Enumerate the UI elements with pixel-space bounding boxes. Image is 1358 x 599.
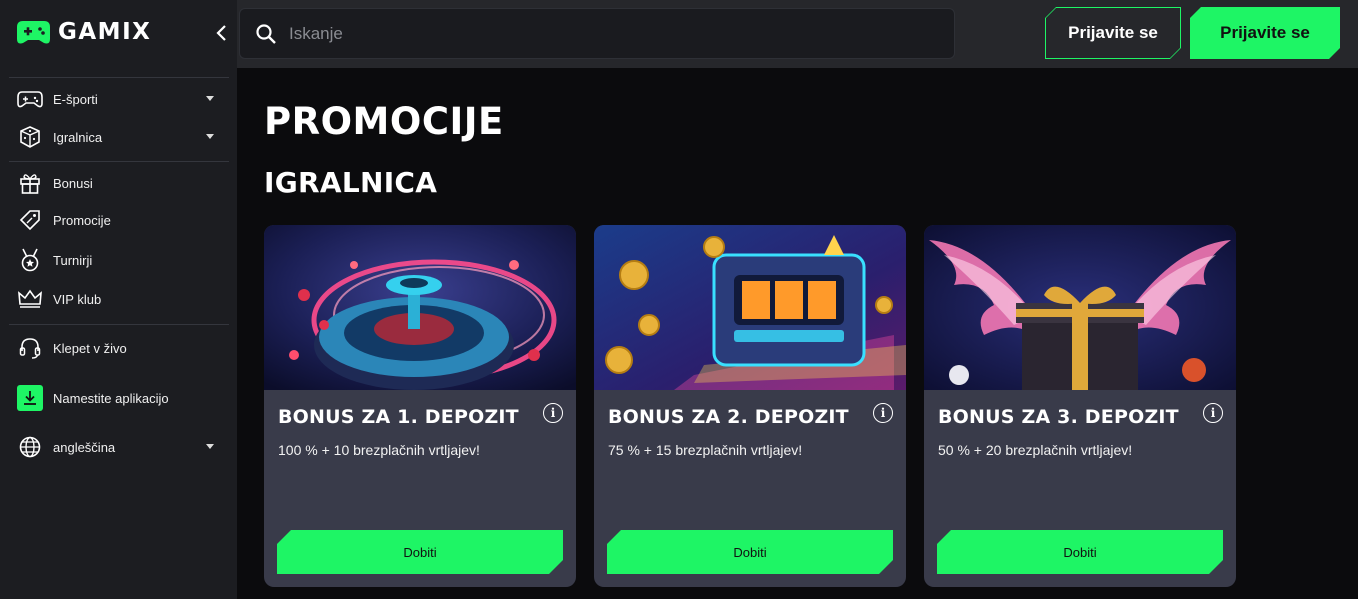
login-button[interactable]: Prijavite se [1046, 8, 1180, 58]
promo-card-title: BONUS ZA 3. DEPOZIT [938, 406, 1179, 428]
promo-card[interactable]: BONUS ZA 1. DEPOZIT i 100 % + 10 brezpla… [264, 225, 576, 587]
promo-card-description: 100 % + 10 brezplačnih vrtljajev! [278, 442, 480, 458]
dice-icon [17, 124, 43, 150]
divider [9, 161, 229, 162]
sidebar-item-vip-club[interactable]: VIP klub [17, 284, 222, 314]
caret-down-icon [206, 134, 214, 139]
gamepad-icon [17, 86, 43, 112]
sidebar-item-label: E-športi [53, 91, 98, 107]
info-icon[interactable]: i [543, 403, 563, 423]
promo-card-description: 50 % + 20 brezplačnih vrtljajev! [938, 442, 1133, 458]
search-icon [256, 23, 276, 44]
sidebar-item-label: Namestite aplikacijo [53, 390, 169, 406]
caret-down-icon [206, 444, 214, 449]
promo-card-description: 75 % + 15 brezplačnih vrtljajev! [608, 442, 803, 458]
sidebar-item-install-app[interactable]: Namestite aplikacijo [17, 383, 222, 413]
promo-card-title: BONUS ZA 1. DEPOZIT [278, 406, 519, 428]
sidebar-item-label: Promocije [53, 212, 111, 228]
sidebar-item-label: Igralnica [53, 129, 103, 145]
sidebar-item-label: Klepet v živo [53, 340, 127, 356]
sidebar-item-label: Bonusi [53, 175, 93, 191]
sidebar-item-language[interactable]: angleščina [17, 432, 222, 462]
claim-button[interactable]: Dobiti [937, 530, 1223, 574]
page-title: PROMOCIJE [264, 100, 504, 143]
gift-icon [17, 170, 43, 196]
claim-button[interactable]: Dobiti [277, 530, 563, 574]
sidebar-item-tournaments[interactable]: Turnirji [17, 245, 222, 275]
sidebar-item-esports[interactable]: E-športi [17, 84, 222, 114]
divider [9, 324, 229, 325]
logo[interactable]: GAMIX [17, 17, 151, 47]
register-button[interactable]: Prijavite se [1190, 7, 1340, 59]
promo-card[interactable]: BONUS ZA 3. DEPOZIT i 50 % + 20 brezplač… [924, 225, 1236, 587]
search-input[interactable] [289, 23, 889, 44]
tag-icon [17, 207, 43, 233]
info-icon[interactable]: i [1203, 403, 1223, 423]
sidebar-item-casino[interactable]: Igralnica [17, 122, 222, 152]
sidebar-item-live-chat[interactable]: Klepet v živo [17, 333, 222, 363]
promo-card-title: BONUS ZA 2. DEPOZIT [608, 406, 849, 428]
caret-down-icon [206, 96, 214, 101]
search-bar[interactable] [239, 8, 955, 59]
winged-gift-image [924, 225, 1236, 390]
logo-text: GAMIX [58, 19, 152, 45]
section-title: IGRALNICA [264, 166, 438, 199]
medal-icon [17, 247, 43, 273]
collapse-sidebar-button[interactable] [210, 20, 232, 46]
info-icon[interactable]: i [873, 403, 893, 423]
divider [9, 77, 229, 78]
sidebar-item-label: VIP klub [53, 291, 102, 307]
roulette-image [264, 225, 576, 390]
sidebar: GAMIX E-športi Igralnica Bonusi Promocij… [0, 0, 237, 599]
sidebar-item-bonuses[interactable]: Bonusi [17, 168, 222, 198]
slot-machine-image [594, 225, 906, 390]
crown-icon [17, 286, 43, 312]
sidebar-item-label: angleščina [53, 439, 116, 455]
promo-card[interactable]: BONUS ZA 2. DEPOZIT i 75 % + 15 brezplač… [594, 225, 906, 587]
sidebar-item-promotions[interactable]: Promocije [17, 205, 222, 235]
globe-icon [17, 434, 43, 460]
gamepad-logo-icon [17, 21, 50, 44]
login-button-border: Prijavite se [1045, 7, 1181, 59]
headset-icon [17, 335, 43, 361]
claim-button[interactable]: Dobiti [607, 530, 893, 574]
download-icon [17, 385, 43, 411]
sidebar-item-label: Turnirji [53, 252, 93, 268]
chevron-left-icon [216, 25, 226, 41]
